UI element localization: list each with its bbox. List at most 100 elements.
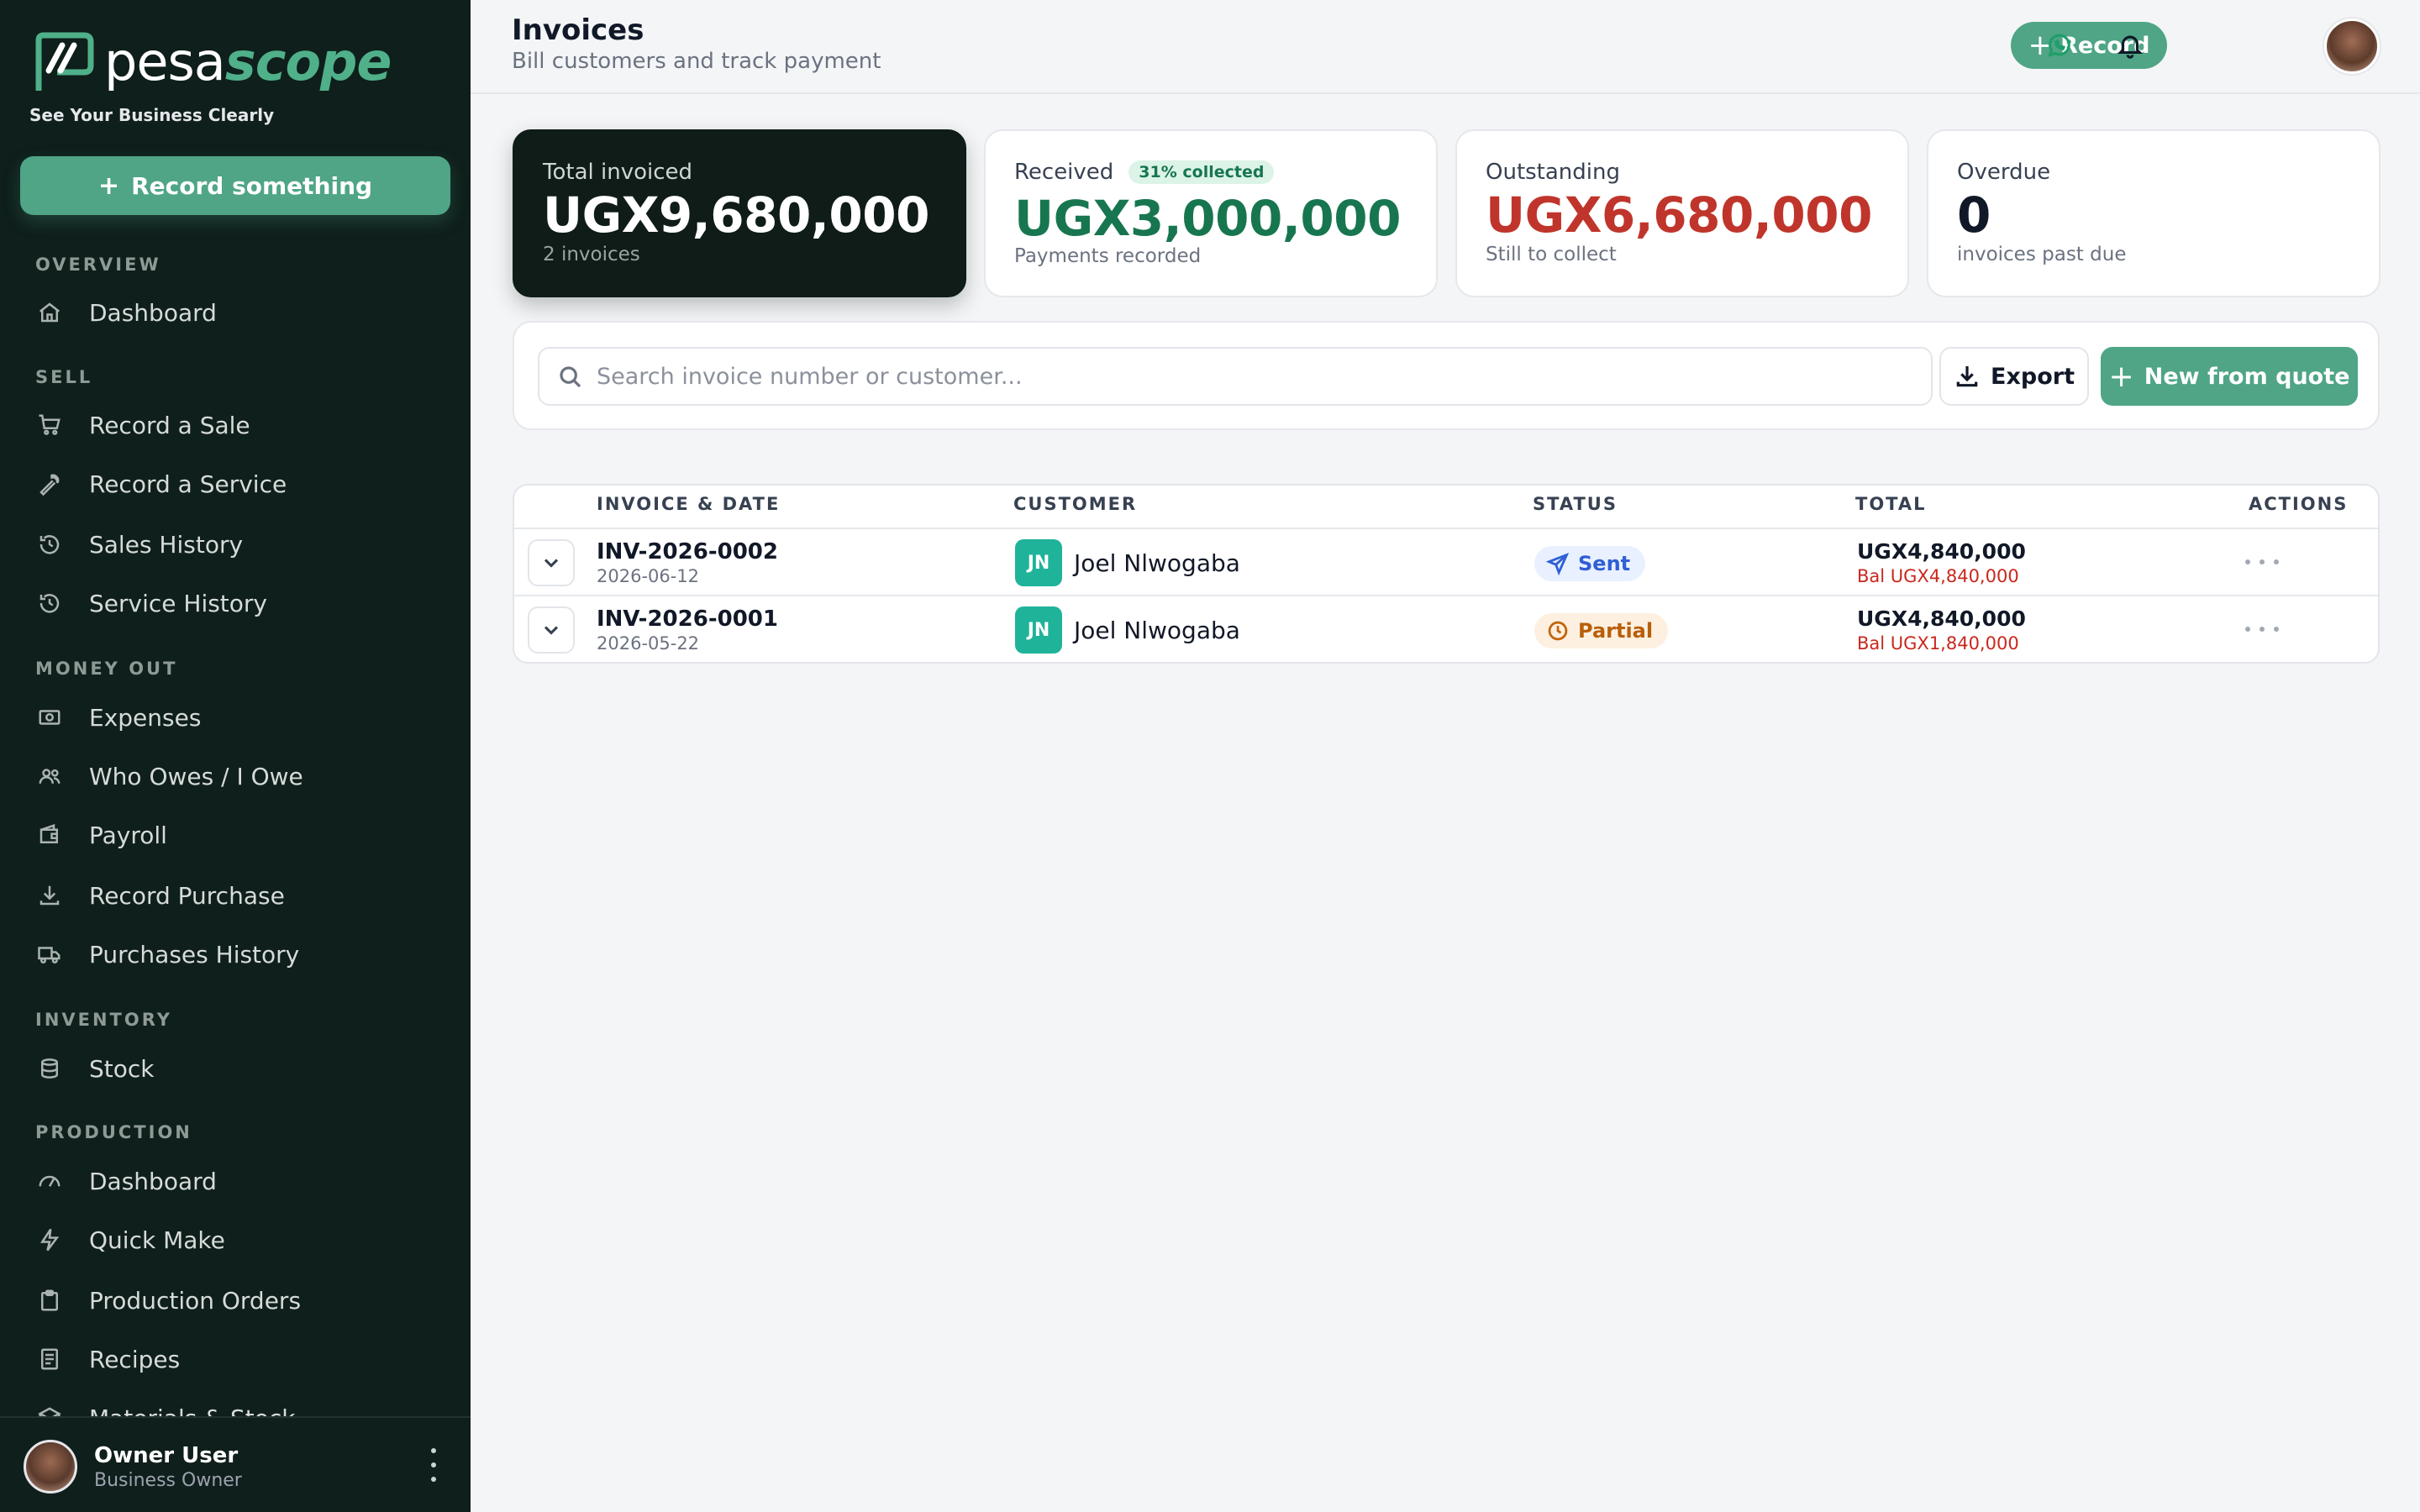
invoice-number[interactable]: INV-2026-0001 [597, 606, 778, 632]
sidebar-item-service-history[interactable]: Service History [35, 580, 439, 627]
sidebar-item-label: Dashboard [89, 298, 217, 327]
invoice-number[interactable]: INV-2026-0002 [597, 539, 778, 564]
sidebar-item-label: Payroll [89, 821, 167, 849]
sidebar-item-label: Purchases History [89, 940, 300, 969]
sidebar-item-label: Stock [89, 1054, 155, 1083]
avatar[interactable] [24, 1440, 77, 1494]
collected-badge: 31% collected [1128, 160, 1275, 184]
sidebar-item-expenses[interactable]: Expenses [35, 694, 439, 741]
search-box[interactable] [538, 347, 1933, 406]
stat-card-total-invoiced: Total invoiced UGX9,680,000 2 invoices [513, 129, 966, 297]
new-from-quote-button[interactable]: + New from quote [2101, 347, 2358, 406]
page-title: Invoices [512, 13, 644, 47]
app-root: pesascope See Your Business Clearly + Re… [0, 0, 2420, 1512]
sidebar-item-label: Production Orders [89, 1286, 302, 1315]
sidebar-item-purchases-history[interactable]: Purchases History [35, 931, 439, 978]
logo-wordmark: pesascope [104, 31, 392, 92]
more-horizontal-icon[interactable] [2245, 617, 2279, 642]
sidebar-item-label: Record Purchase [89, 881, 285, 910]
column-header-customer[interactable]: CUSTOMER [1013, 494, 1137, 514]
status-badge: Sent [1534, 546, 1646, 581]
invoices-table: INVOICE & DATE CUSTOMER STATUS TOTAL ACT… [513, 484, 2380, 664]
column-header-status[interactable]: STATUS [1533, 494, 1618, 514]
clock-icon [1548, 621, 1568, 641]
send-icon [1546, 552, 1570, 575]
more-horizontal-icon[interactable] [2245, 549, 2279, 575]
new-from-quote-label: New from quote [2144, 363, 2350, 390]
tagline: See Your Business Clearly [29, 105, 275, 125]
table-header: INVOICE & DATE CUSTOMER STATUS TOTAL ACT… [514, 486, 2378, 528]
sidebar-item-label: Who Owes / I Owe [89, 762, 303, 790]
logo[interactable]: pesascope [34, 31, 392, 92]
stat-value: UGX9,680,000 [543, 186, 929, 244]
sidebar-item-production-orders[interactable]: Production Orders [35, 1277, 439, 1324]
expand-row-button[interactable] [528, 539, 575, 586]
money-icon [35, 703, 64, 732]
avatar[interactable] [2324, 18, 2380, 74]
invoice-balance: Bal UGX1,840,000 [1857, 633, 2019, 654]
table-row[interactable]: INV-2026-0001 2026-05-22 JN Joel Nlwogab… [514, 595, 2378, 662]
sidebar-item-who-owes[interactable]: Who Owes / I Owe [35, 753, 439, 800]
record-something-label: Record something [131, 171, 373, 200]
sidebar-item-record-sale[interactable]: Record a Sale [35, 402, 439, 449]
sidebar-item-payroll[interactable]: Payroll [35, 811, 439, 858]
sidebar-item-label: Sales History [89, 530, 244, 559]
wrench-icon [35, 470, 64, 498]
table-row[interactable]: INV-2026-0002 2026-06-12 JN Joel Nlwogab… [514, 528, 2378, 595]
stat-value: UGX3,000,000 [1014, 190, 1401, 247]
sidebar-item-quick-make[interactable]: Quick Make [35, 1216, 439, 1263]
status-label: Partial [1578, 619, 1654, 643]
download-icon [35, 881, 64, 910]
sidebar-user-panel: Owner User Business Owner [0, 1416, 471, 1512]
stat-label: Overdue [1957, 160, 2051, 185]
logo-wordmark-part1: pesa [104, 31, 226, 92]
plus-icon: + [2108, 359, 2134, 394]
sidebar-item-record-service[interactable]: Record a Service [35, 460, 439, 507]
sidebar-item-label: Quick Make [89, 1226, 225, 1254]
sidebar-item-label: Record a Sale [89, 411, 250, 439]
sidebar-item-recipes[interactable]: Recipes [35, 1336, 439, 1383]
column-header-total[interactable]: TOTAL [1855, 494, 1927, 514]
record-something-button[interactable]: + Record something [20, 156, 450, 215]
sidebar-item-label: Service History [89, 589, 267, 617]
section-sell: SELL [35, 367, 93, 387]
history-icon [35, 589, 64, 617]
column-header-invoice[interactable]: INVOICE & DATE [597, 494, 780, 514]
stat-sub: invoices past due [1957, 244, 2127, 265]
more-vertical-icon[interactable] [424, 1448, 444, 1482]
stat-sub: 2 invoices [543, 244, 640, 265]
sidebar-item-dashboard[interactable]: Dashboard [35, 289, 439, 336]
page-subtitle: Bill customers and track payment [512, 49, 881, 74]
bell-icon[interactable] [2113, 29, 2147, 62]
expand-row-button[interactable] [528, 606, 575, 654]
invoice-date: 2026-06-12 [597, 566, 700, 586]
section-inventory: INVENTORY [35, 1010, 172, 1030]
stat-sub: Still to collect [1486, 244, 1617, 265]
column-header-actions: ACTIONS [2249, 494, 2349, 514]
logo-icon [35, 32, 94, 91]
users-icon [35, 762, 64, 790]
plus-icon: + [97, 171, 120, 201]
user-role: Business Owner [94, 1470, 242, 1491]
whatsapp-icon[interactable] [2043, 29, 2076, 62]
search-icon [560, 366, 581, 388]
wallet-icon [35, 821, 64, 849]
truck-icon [35, 940, 64, 969]
customer-name: Joel Nlwogaba [1074, 617, 1240, 644]
sidebar-item-production-dashboard[interactable]: Dashboard [35, 1158, 439, 1205]
logo-wordmark-part2: scope [224, 31, 392, 92]
database-icon [35, 1054, 64, 1083]
sidebar-item-stock[interactable]: Stock [35, 1045, 439, 1092]
export-button[interactable]: Export [1939, 347, 2089, 406]
status-badge: Partial [1534, 613, 1669, 648]
search-input[interactable] [597, 363, 1907, 390]
stat-card-overdue: Overdue 0 invoices past due [1927, 129, 2381, 297]
invoice-total: UGX4,840,000 [1857, 606, 2026, 631]
stat-label-text: Received [1014, 160, 1114, 185]
sidebar-item-record-purchase[interactable]: Record Purchase [35, 872, 439, 919]
stat-value: UGX6,680,000 [1486, 186, 1872, 244]
invoice-total: UGX4,840,000 [1857, 539, 2026, 564]
sidebar-item-sales-history[interactable]: Sales History [35, 521, 439, 568]
sidebar: pesascope See Your Business Clearly + Re… [0, 0, 471, 1512]
gauge-icon [35, 1167, 64, 1195]
